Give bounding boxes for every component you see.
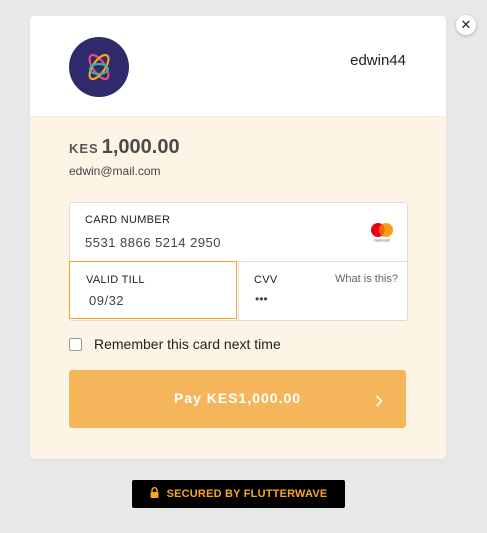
valid-till-field[interactable]: VALID TILL 09/32	[69, 261, 237, 319]
currency-code: KES	[69, 141, 99, 156]
remember-checkbox[interactable]	[69, 337, 82, 351]
close-icon: ✕	[460, 17, 472, 32]
amount-block: KES 1,000.00 edwin@mail.com	[69, 136, 180, 178]
customer-email: edwin@mail.com	[69, 164, 161, 178]
close-button[interactable]: ✕	[456, 15, 476, 35]
valid-till-input[interactable]: 09/32	[89, 293, 124, 308]
card-number-input[interactable]: 5531 8866 5214 2950	[85, 235, 221, 250]
lock-icon	[150, 485, 159, 503]
secured-label: SECURED BY FLUTTERWAVE	[166, 488, 328, 500]
remember-label: Remember this card next time	[94, 336, 281, 352]
card-form: CARD NUMBER 5531 8866 5214 2950 masterca…	[69, 202, 408, 321]
modal-header: edwin44	[30, 16, 446, 116]
cvv-field[interactable]: CVV What is this? •••	[238, 261, 407, 320]
pay-button[interactable]: Pay KES1,000.00	[69, 370, 406, 428]
secured-badge: SECURED BY FLUTTERWAVE	[132, 480, 345, 508]
pay-button-label: Pay KES1,000.00	[173, 390, 302, 406]
username: edwin44	[350, 52, 406, 69]
flutterwave-logo-icon	[69, 37, 129, 97]
chevron-right-icon	[375, 394, 383, 412]
card-number-label: CARD NUMBER	[85, 214, 171, 226]
cvv-help-link[interactable]: What is this?	[335, 273, 398, 285]
card-number-field[interactable]: CARD NUMBER 5531 8866 5214 2950 masterca…	[70, 203, 407, 262]
remember-card-option[interactable]: Remember this card next time	[69, 336, 281, 352]
cvv-label: CVV	[254, 274, 278, 286]
payment-modal: edwin44 KES 1,000.00 edwin@mail.com CARD…	[30, 16, 446, 459]
mastercard-text: mastercard	[374, 239, 390, 243]
mastercard-icon: mastercard	[369, 222, 395, 247]
valid-till-label: VALID TILL	[86, 274, 145, 286]
payment-amount: 1,000.00	[101, 136, 180, 158]
cvv-input[interactable]: •••	[255, 292, 268, 306]
